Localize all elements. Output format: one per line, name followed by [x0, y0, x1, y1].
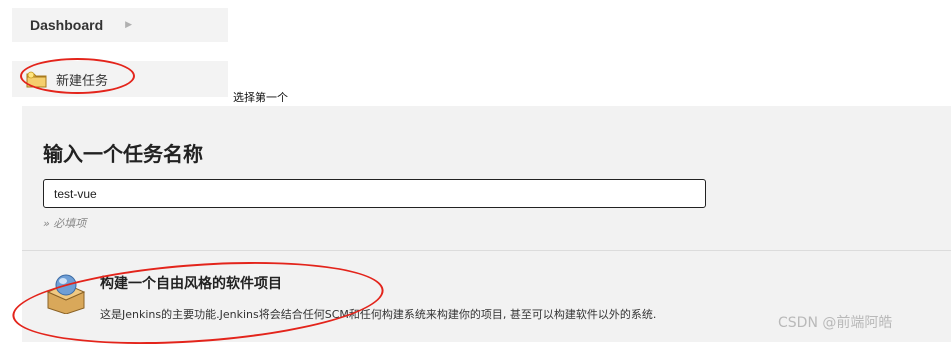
breadcrumb-dashboard-link[interactable]: Dashboard: [30, 17, 103, 33]
freestyle-project-description: 这是Jenkins的主要功能.Jenkins将会结合任何SCM和任何构建系统来构…: [100, 308, 657, 321]
divider: [22, 250, 951, 251]
freestyle-project-icon[interactable]: [44, 270, 88, 314]
page-title: 输入一个任务名称: [43, 142, 203, 166]
sidebar-item-new-item[interactable]: 新建任务: [12, 61, 228, 97]
annotation-text: 选择第一个: [233, 91, 288, 104]
chevron-right-icon[interactable]: ▶: [125, 20, 132, 30]
sidebar-item-label: 新建任务: [56, 73, 109, 89]
new-item-panel: 输入一个任务名称 » 必填项 构建一个自由风格的软件项目 这是Jenkins的主…: [22, 106, 951, 342]
required-note: » 必填项: [43, 217, 87, 230]
watermark: CSDN @前端阿皓: [778, 315, 893, 331]
breadcrumb: Dashboard ▶: [12, 8, 228, 42]
folder-new-icon: [26, 71, 47, 88]
freestyle-project-title[interactable]: 构建一个自由风格的软件项目: [100, 273, 282, 293]
item-name-input[interactable]: [43, 179, 706, 208]
